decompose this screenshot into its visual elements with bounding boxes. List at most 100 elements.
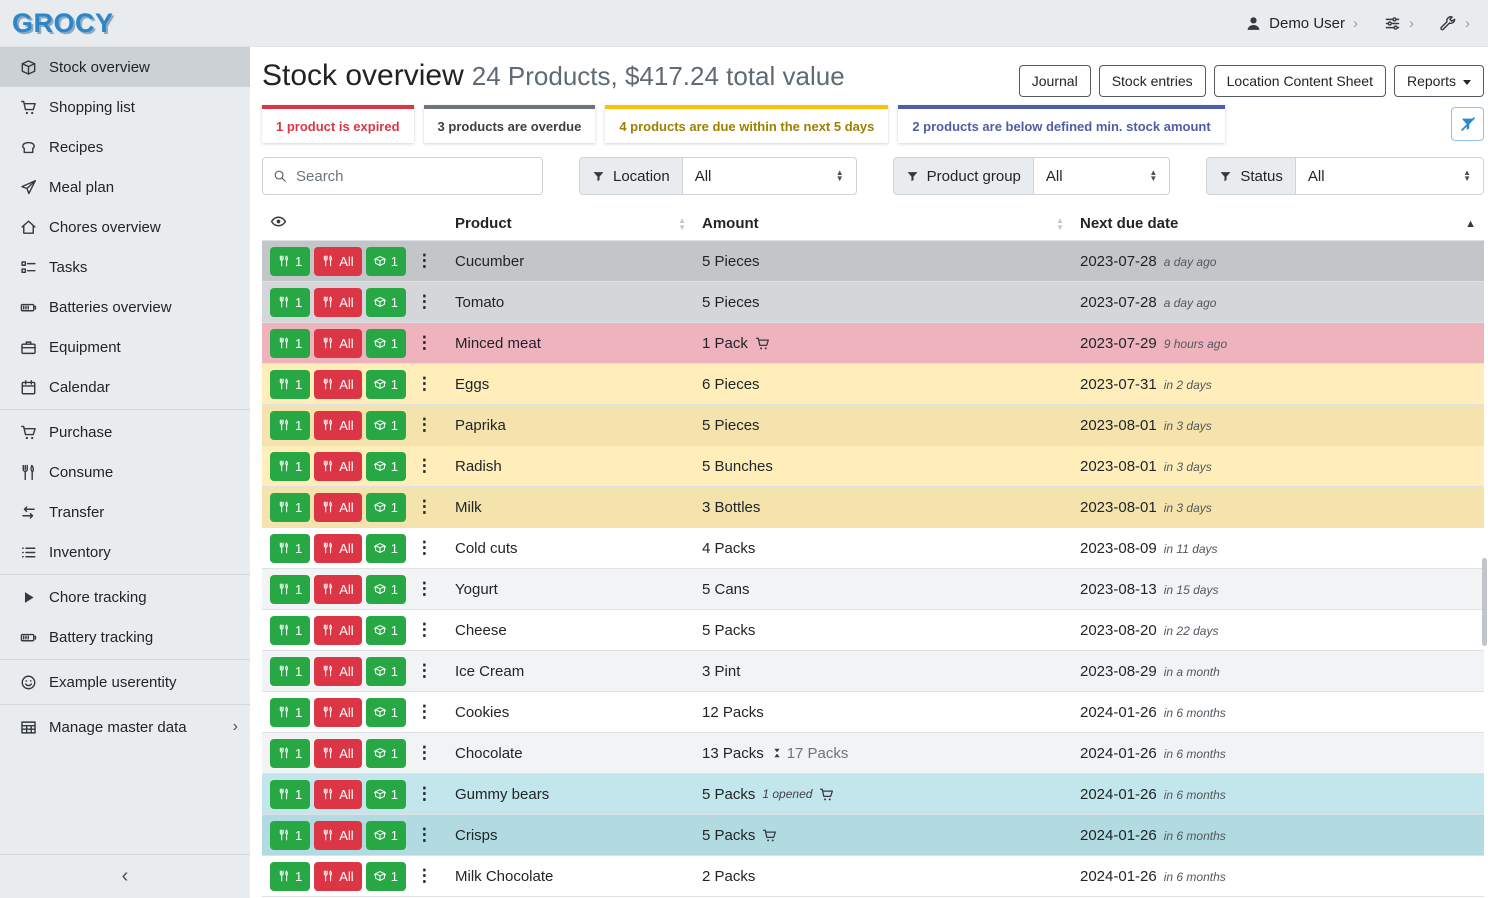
open-one-button[interactable]: 1 [366,411,406,440]
open-one-button[interactable]: 1 [366,534,406,563]
row-menu-button[interactable]: ⋮ [410,821,439,850]
sidebar-item-equipment[interactable]: Equipment [0,327,250,367]
consume-one-button[interactable]: 1 [270,452,310,481]
search-input[interactable] [296,168,532,185]
row-menu-button[interactable]: ⋮ [410,288,439,317]
sidebar-item-tasks[interactable]: Tasks [0,247,250,287]
consume-all-button[interactable]: All [314,821,361,850]
consume-all-button[interactable]: All [314,657,361,686]
status-card-expired[interactable]: 1 product is expired [262,105,414,143]
stock-entries-button[interactable]: Stock entries [1099,65,1206,97]
sidebar-collapse-button[interactable]: ‹ [0,854,250,898]
sidebar-item-calendar[interactable]: Calendar [0,367,250,407]
admin-menu[interactable]: › [1440,15,1470,32]
sidebar-item-purchase[interactable]: Purchase [0,412,250,452]
sidebar-item-recipes[interactable]: Recipes [0,127,250,167]
consume-one-button[interactable]: 1 [270,739,310,768]
consume-all-button[interactable]: All [314,452,361,481]
clear-filters-button[interactable] [1451,107,1484,141]
consume-one-button[interactable]: 1 [270,821,310,850]
consume-one-button[interactable]: 1 [270,575,310,604]
open-one-button[interactable]: 1 [366,370,406,399]
row-menu-button[interactable]: ⋮ [410,329,439,358]
sidebar-item-consume[interactable]: Consume [0,452,250,492]
status-card-overdue[interactable]: 3 products are overdue [424,105,596,143]
open-one-button[interactable]: 1 [366,862,406,891]
open-one-button[interactable]: 1 [366,616,406,645]
consume-one-button[interactable]: 1 [270,780,310,809]
consume-all-button[interactable]: All [314,739,361,768]
open-one-button[interactable]: 1 [366,821,406,850]
consume-all-button[interactable]: All [314,616,361,645]
sidebar-item-inventory[interactable]: Inventory [0,532,250,572]
sidebar-item-manage-master-data[interactable]: Manage master data› [0,707,250,747]
consume-one-button[interactable]: 1 [270,657,310,686]
column-next-due-date[interactable]: Next due date ▲ [1072,207,1484,241]
status-select[interactable]: All ▲▼ [1296,157,1484,195]
consume-one-button[interactable]: 1 [270,247,310,276]
consume-all-button[interactable]: All [314,575,361,604]
product-group-select[interactable]: All ▲▼ [1034,157,1170,195]
sidebar-item-chores-overview[interactable]: Chores overview [0,207,250,247]
row-menu-button[interactable]: ⋮ [410,739,439,768]
open-one-button[interactable]: 1 [366,780,406,809]
consume-one-button[interactable]: 1 [270,862,310,891]
row-menu-button[interactable]: ⋮ [410,411,439,440]
sidebar-item-shopping-list[interactable]: Shopping list [0,87,250,127]
sidebar-item-battery-tracking[interactable]: Battery tracking [0,617,250,657]
row-menu-button[interactable]: ⋮ [410,616,439,645]
open-one-button[interactable]: 1 [366,698,406,727]
open-one-button[interactable]: 1 [366,739,406,768]
open-one-button[interactable]: 1 [366,288,406,317]
column-product[interactable]: Product ▲▼ [447,207,694,241]
consume-all-button[interactable]: All [314,370,361,399]
consume-all-button[interactable]: All [314,780,361,809]
sidebar-item-meal-plan[interactable]: Meal plan [0,167,250,207]
journal-button[interactable]: Journal [1019,65,1091,97]
row-menu-button[interactable]: ⋮ [410,493,439,522]
row-menu-button[interactable]: ⋮ [410,780,439,809]
column-amount[interactable]: Amount ▲▼ [694,207,1072,241]
open-one-button[interactable]: 1 [366,657,406,686]
row-menu-button[interactable]: ⋮ [410,370,439,399]
sidebar-item-example-userentity[interactable]: Example userentity [0,662,250,702]
consume-all-button[interactable]: All [314,329,361,358]
consume-one-button[interactable]: 1 [270,698,310,727]
open-one-button[interactable]: 1 [366,452,406,481]
reports-button[interactable]: Reports [1394,65,1484,97]
consume-all-button[interactable]: All [314,698,361,727]
open-one-button[interactable]: 1 [366,247,406,276]
consume-all-button[interactable]: All [314,493,361,522]
row-menu-button[interactable]: ⋮ [410,452,439,481]
row-menu-button[interactable]: ⋮ [410,698,439,727]
row-menu-button[interactable]: ⋮ [410,247,439,276]
open-one-button[interactable]: 1 [366,493,406,522]
status-card-due-soon[interactable]: 4 products are due within the next 5 day… [605,105,888,143]
open-one-button[interactable]: 1 [366,329,406,358]
consume-one-button[interactable]: 1 [270,411,310,440]
sidebar-item-stock-overview[interactable]: Stock overview [0,47,250,87]
consume-one-button[interactable]: 1 [270,616,310,645]
consume-one-button[interactable]: 1 [270,370,310,399]
scrollbar-thumb[interactable] [1482,558,1487,646]
sidebar-item-chore-tracking[interactable]: Chore tracking [0,577,250,617]
row-menu-button[interactable]: ⋮ [410,657,439,686]
column-visibility-header[interactable] [262,207,447,241]
row-menu-button[interactable]: ⋮ [410,862,439,891]
open-one-button[interactable]: 1 [366,575,406,604]
consume-all-button[interactable]: All [314,411,361,440]
consume-all-button[interactable]: All [314,862,361,891]
status-card-below-min[interactable]: 2 products are below defined min. stock … [898,105,1224,143]
consume-all-button[interactable]: All [314,247,361,276]
location-select[interactable]: All ▲▼ [683,157,857,195]
sidebar-item-transfer[interactable]: Transfer [0,492,250,532]
consume-all-button[interactable]: All [314,534,361,563]
consume-all-button[interactable]: All [314,288,361,317]
consume-one-button[interactable]: 1 [270,534,310,563]
location-content-sheet-button[interactable]: Location Content Sheet [1214,65,1386,97]
consume-one-button[interactable]: 1 [270,288,310,317]
sidebar-item-batteries-overview[interactable]: Batteries overview [0,287,250,327]
user-menu[interactable]: Demo User › [1245,15,1358,32]
consume-one-button[interactable]: 1 [270,329,310,358]
consume-one-button[interactable]: 1 [270,493,310,522]
